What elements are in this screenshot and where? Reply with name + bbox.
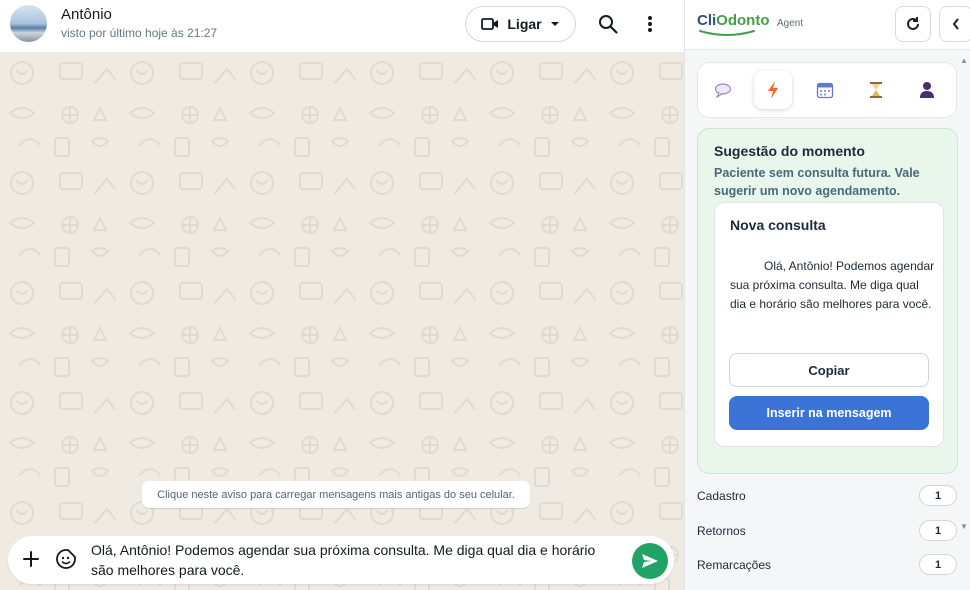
stat-label: Retornos bbox=[697, 524, 746, 538]
scroll-up-arrow-icon[interactable]: ▲ bbox=[959, 56, 969, 66]
suggestion-subtitle: Paciente sem consulta futura. Vale suger… bbox=[714, 166, 920, 198]
message-input[interactable]: Olá, Antônio! Podemos agendar sua próxim… bbox=[91, 540, 621, 580]
scroll-down-arrow-icon[interactable]: ▼ bbox=[959, 522, 969, 532]
attach-plus-icon[interactable] bbox=[20, 548, 42, 575]
call-button-label: Ligar bbox=[507, 16, 542, 32]
agent-panel: CliOdonto Agent Sugestão do momento Paci… bbox=[684, 0, 970, 590]
tab-pending[interactable] bbox=[857, 71, 895, 109]
hourglass-icon bbox=[870, 82, 882, 98]
brand-logo-part2: Odonto bbox=[716, 12, 770, 29]
brand-logo-part1: Cli bbox=[697, 12, 717, 29]
contact-name[interactable]: Antônio bbox=[61, 6, 112, 23]
suggestion-card-title: Nova consulta bbox=[730, 217, 826, 233]
load-older-messages-notice[interactable]: Clique neste aviso para carregar mensage… bbox=[142, 481, 530, 508]
suggestion-card: Nova consulta Olá, Antônio! Podemos agen… bbox=[714, 202, 944, 447]
chevron-left-icon bbox=[952, 18, 959, 30]
brand-logo: CliOdonto bbox=[697, 12, 770, 29]
message-composer: Olá, Antônio! Podemos agendar sua próxim… bbox=[8, 536, 674, 584]
call-button[interactable]: Ligar bbox=[465, 6, 576, 42]
stat-row-remarcacoes[interactable]: Remarcações 1 bbox=[697, 554, 957, 576]
send-icon bbox=[642, 554, 658, 568]
suggestion-card-message: Olá, Antônio! Podemos agendar sua próxim… bbox=[730, 259, 935, 311]
lightning-icon bbox=[768, 81, 778, 99]
tab-suggestions[interactable] bbox=[754, 71, 792, 109]
stat-count-badge: 1 bbox=[919, 554, 957, 575]
panel-header: CliOdonto Agent bbox=[685, 0, 970, 50]
tab-calendar[interactable] bbox=[806, 71, 844, 109]
stat-count-badge: 1 bbox=[919, 485, 957, 506]
tab-chat[interactable] bbox=[704, 71, 742, 109]
chevron-down-icon bbox=[550, 22, 559, 26]
sticker-icon[interactable] bbox=[55, 548, 77, 575]
stat-label: Remarcações bbox=[697, 558, 772, 572]
chat-header: Antônio visto por último hoje às 21:27 L… bbox=[0, 0, 684, 53]
search-icon[interactable] bbox=[596, 12, 620, 36]
tab-patient[interactable] bbox=[908, 71, 946, 109]
refresh-button[interactable] bbox=[895, 6, 931, 42]
video-camera-icon bbox=[481, 18, 499, 30]
copy-button[interactable]: Copiar bbox=[729, 353, 929, 387]
send-button[interactable] bbox=[632, 543, 668, 579]
chat-bubble-icon bbox=[714, 83, 732, 98]
calendar-icon bbox=[816, 82, 834, 99]
panel-tabs bbox=[697, 62, 957, 118]
chat-pane: Antônio visto por último hoje às 21:27 L… bbox=[0, 0, 684, 590]
brand-swoosh-icon bbox=[699, 30, 755, 36]
refresh-icon bbox=[907, 17, 919, 30]
stat-count-badge: 1 bbox=[919, 520, 957, 541]
contact-last-seen: visto por último hoje às 21:27 bbox=[61, 26, 218, 40]
suggestion-box: Sugestão do momento Paciente sem consult… bbox=[697, 128, 958, 474]
person-icon bbox=[920, 82, 934, 98]
chat-wallpaper bbox=[0, 53, 684, 590]
stat-row-retornos[interactable]: Retornos 1 bbox=[697, 520, 957, 542]
agent-label: Agent bbox=[777, 18, 804, 29]
suggestion-title: Sugestão do momento bbox=[714, 143, 865, 159]
insert-message-button[interactable]: Inserir na mensagem bbox=[729, 396, 929, 430]
contact-avatar[interactable] bbox=[10, 5, 47, 42]
stat-label: Cadastro bbox=[697, 489, 746, 503]
collapse-panel-button[interactable] bbox=[939, 6, 970, 42]
more-options-icon[interactable] bbox=[638, 12, 662, 36]
stat-row-cadastro[interactable]: Cadastro 1 bbox=[697, 485, 957, 507]
